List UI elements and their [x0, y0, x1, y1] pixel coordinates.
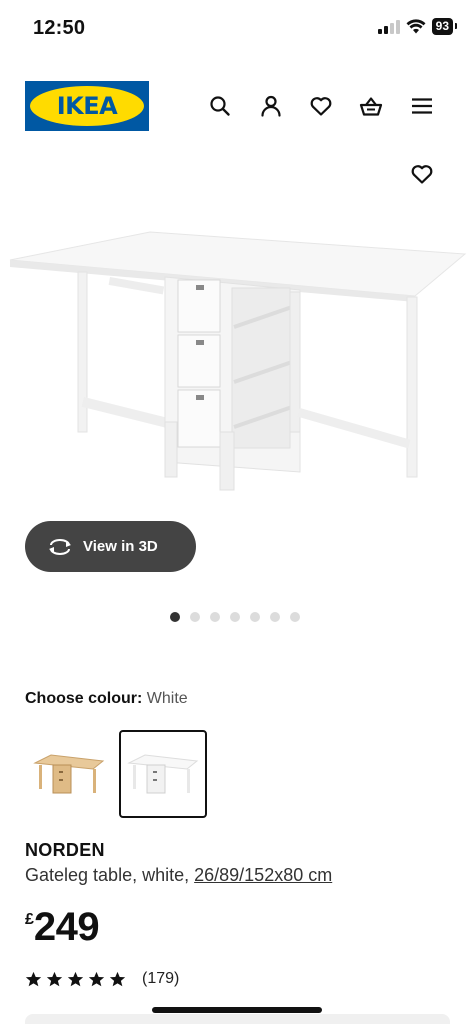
image-carousel-dots: [170, 612, 300, 622]
logo-text: IKEA: [56, 92, 118, 120]
review-count: (179): [142, 970, 180, 987]
menu-icon[interactable]: [409, 93, 435, 119]
heart-icon: [411, 165, 433, 184]
colour-value: White: [146, 690, 188, 707]
next-section-card: [25, 1014, 450, 1024]
colour-label: Choose colour:: [25, 690, 143, 707]
logo-oval: IKEA: [30, 86, 144, 126]
product-image[interactable]: [0, 222, 473, 502]
rotate-3d-icon: [49, 538, 71, 555]
battery-indicator: 93: [431, 18, 458, 35]
ikea-logo[interactable]: IKEA: [25, 81, 149, 131]
carousel-dot[interactable]: [250, 612, 260, 622]
carousel-dot[interactable]: [170, 612, 180, 622]
star-icon: [25, 971, 42, 986]
carousel-dot[interactable]: [230, 612, 240, 622]
carousel-dot[interactable]: [270, 612, 280, 622]
price-value: 249: [33, 905, 100, 949]
product-dimensions-link[interactable]: 26/89/152x80 cm: [194, 865, 332, 885]
colour-swatch-birch[interactable]: [25, 730, 113, 818]
price-currency: £: [25, 911, 34, 928]
colour-chooser-heading: Choose colour: White: [25, 690, 188, 708]
star-icon: [88, 971, 105, 986]
search-icon[interactable]: [207, 93, 233, 119]
account-icon[interactable]: [258, 93, 284, 119]
view-in-3d-button[interactable]: View in 3D: [25, 521, 196, 572]
product-rating[interactable]: (179): [25, 970, 179, 988]
status-icons: 93: [377, 18, 458, 35]
home-indicator: [152, 1007, 322, 1013]
product-name: NORDEN: [25, 840, 105, 860]
star-icon: [46, 971, 63, 986]
product-type: Gateleg table, white,: [25, 865, 190, 885]
favourites-icon[interactable]: [308, 93, 334, 119]
white-table-thumbnail: [127, 754, 199, 794]
status-bar: 12:50 93: [0, 0, 473, 58]
carousel-dot[interactable]: [190, 612, 200, 622]
save-to-favourites-button[interactable]: [409, 161, 435, 187]
carousel-dot[interactable]: [290, 612, 300, 622]
star-icon: [67, 971, 84, 986]
product-price: £ 249: [25, 905, 100, 950]
colour-swatch-white[interactable]: [119, 730, 207, 818]
star-icon: [109, 971, 126, 986]
gateleg-table-illustration: [9, 231, 467, 491]
carousel-dot[interactable]: [210, 612, 220, 622]
status-time: 12:50: [33, 17, 86, 39]
basket-icon[interactable]: [358, 93, 384, 119]
view-in-3d-label: View in 3D: [83, 538, 158, 555]
wifi-icon: [406, 19, 426, 34]
birch-table-thumbnail: [33, 754, 105, 794]
site-header: IKEA: [0, 80, 473, 132]
cellular-signal-icon: [377, 19, 400, 34]
product-description: Gateleg table, white, 26/89/152x80 cm: [25, 865, 332, 886]
